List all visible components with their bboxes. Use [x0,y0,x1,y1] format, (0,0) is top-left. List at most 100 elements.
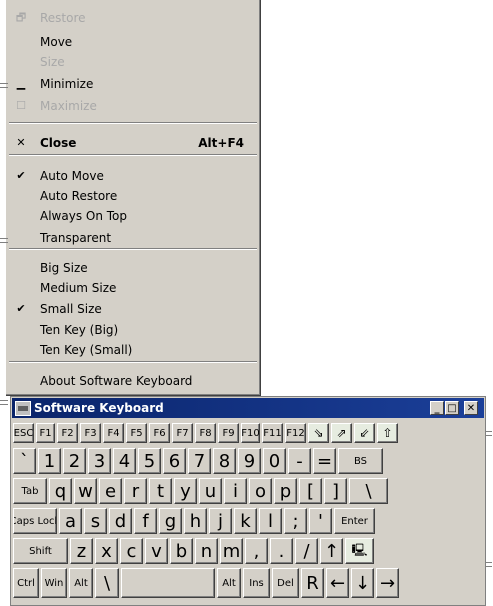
key-symbol-row2-12[interactable]: = [313,448,336,474]
close-button[interactable]: ✕ [464,401,478,415]
key-f12[interactable]: F12 [285,423,306,443]
resize-grip[interactable] [0,238,8,243]
key-f3[interactable]: F3 [80,423,101,443]
key-symbol-row5-10[interactable]: / [295,538,318,564]
key-x[interactable]: x [95,538,118,564]
key-symbol-row3-13[interactable]: \ [349,478,388,504]
menu-item-about-software-keyboard[interactable]: About Software Keyboard [6,371,260,391]
key-5[interactable]: 5 [138,448,161,474]
menu-item-auto-restore[interactable]: Auto Restore [6,186,260,206]
title-bar[interactable]: Software Keyboard _ □ ✕ [12,398,484,418]
key-symbol-row1-16[interactable]: ⇧ [377,423,398,443]
key-4[interactable]: 4 [113,448,136,474]
key-symbol-row4-11[interactable]: ' [309,508,332,534]
menu-item-move[interactable]: Move [6,32,260,52]
key-y[interactable]: y [174,478,197,504]
menu-item-minimize[interactable]: ▁ Minimize [6,74,260,94]
key-g[interactable]: g [159,508,182,534]
key-f9[interactable]: F9 [218,423,239,443]
key-p[interactable]: p [274,478,297,504]
key-symbol-row6-9[interactable]: ← [326,568,349,598]
key-symbol-row6-11[interactable]: → [376,568,399,598]
key-symbol-row1-15[interactable]: ⇙ [354,423,375,443]
minimize-button[interactable]: _ [430,401,444,415]
key-esc[interactable]: ESC [13,423,34,443]
key-k[interactable]: k [234,508,257,534]
menu-item-small-size[interactable]: ✔ Small Size [6,299,260,319]
key-2[interactable]: 2 [63,448,86,474]
menu-item-ten-key-small[interactable]: Ten Key (Small) [6,340,260,360]
maximize-button[interactable]: □ [445,401,459,415]
key-f2[interactable]: F2 [57,423,78,443]
key-r[interactable]: R [301,568,324,598]
resize-grip[interactable] [0,400,8,405]
key-a[interactable]: a [59,508,82,534]
key-ins[interactable]: Ins [243,568,270,598]
key-f4[interactable]: F4 [103,423,124,443]
resize-grip[interactable] [0,83,8,88]
key-capslock[interactable]: Caps Lock [13,508,57,534]
key-shift[interactable]: Shift [13,538,68,564]
key-u[interactable]: u [199,478,222,504]
key-tab[interactable]: Tab [13,478,47,504]
menu-item-ten-key-big[interactable]: Ten Key (Big) [6,320,260,340]
key-f1[interactable]: F1 [36,423,55,443]
key-f5[interactable]: F5 [126,423,147,443]
key-f6[interactable]: F6 [149,423,170,443]
key-symbol-row5-9[interactable]: . [270,538,293,564]
key-f8[interactable]: F8 [195,423,216,443]
key-symbol-row4-10[interactable]: ; [284,508,307,534]
key-f11[interactable]: F11 [262,423,283,443]
key-alt[interactable]: Alt [69,568,93,598]
menu-item-big-size[interactable]: Big Size [6,258,260,278]
key-i[interactable]: i [224,478,247,504]
key-m[interactable]: m [220,538,243,564]
key-z[interactable]: z [70,538,93,564]
key-n[interactable]: n [195,538,218,564]
key-v[interactable]: v [145,538,168,564]
key-bs[interactable]: BS [338,448,383,474]
key-j[interactable]: j [209,508,232,534]
menu-item-always-on-top[interactable]: Always On Top [6,206,260,226]
key-win[interactable]: Win [41,568,67,598]
key-0[interactable]: 0 [263,448,286,474]
key-b[interactable]: b [170,538,193,564]
key-e[interactable]: e [99,478,122,504]
key-1[interactable]: 1 [38,448,61,474]
key-space[interactable] [121,568,215,598]
key-d[interactable]: d [109,508,132,534]
menu-item-auto-move[interactable]: ✔ Auto Move [6,166,260,186]
key-r[interactable]: r [124,478,147,504]
menu-item-close[interactable]: ✕ Close Alt+F4 [6,133,260,153]
key-6[interactable]: 6 [163,448,186,474]
key-symbol-row2-0[interactable]: ` [13,448,36,474]
key-f[interactable]: f [134,508,157,534]
key-7[interactable]: 7 [188,448,211,474]
key-9[interactable]: 9 [238,448,261,474]
key-symbol-row5-11[interactable]: ↑ [320,538,343,564]
key-symbol-row3-11[interactable]: [ [299,478,322,504]
key-f7[interactable]: F7 [172,423,193,443]
key-o[interactable]: o [249,478,272,504]
key-symbol-row6-10[interactable]: ↓ [351,568,374,598]
key-q[interactable]: q [49,478,72,504]
key-t[interactable]: t [149,478,172,504]
key-symbol-row3-12[interactable]: ] [324,478,347,504]
key-symbol-row2-11[interactable]: - [288,448,311,474]
keyboard-app-icon[interactable] [15,401,31,416]
key-c[interactable]: c [120,538,143,564]
key-symbol-row5-12[interactable]: 🖳 [345,538,374,564]
key-3[interactable]: 3 [88,448,111,474]
key-symbol-row1-14[interactable]: ⇗ [331,423,352,443]
key-symbol-row5-8[interactable]: , [245,538,268,564]
key-symbol-row1-13[interactable]: ⇘ [308,423,329,443]
key-s[interactable]: s [84,508,107,534]
key-del[interactable]: Del [272,568,299,598]
key-symbol-row6-3[interactable]: \ [95,568,119,598]
key-enter[interactable]: Enter [334,508,375,534]
menu-item-medium-size[interactable]: Medium Size [6,278,260,298]
key-ctrl[interactable]: Ctrl [13,568,39,598]
key-h[interactable]: h [184,508,207,534]
key-w[interactable]: w [74,478,97,504]
key-8[interactable]: 8 [213,448,236,474]
